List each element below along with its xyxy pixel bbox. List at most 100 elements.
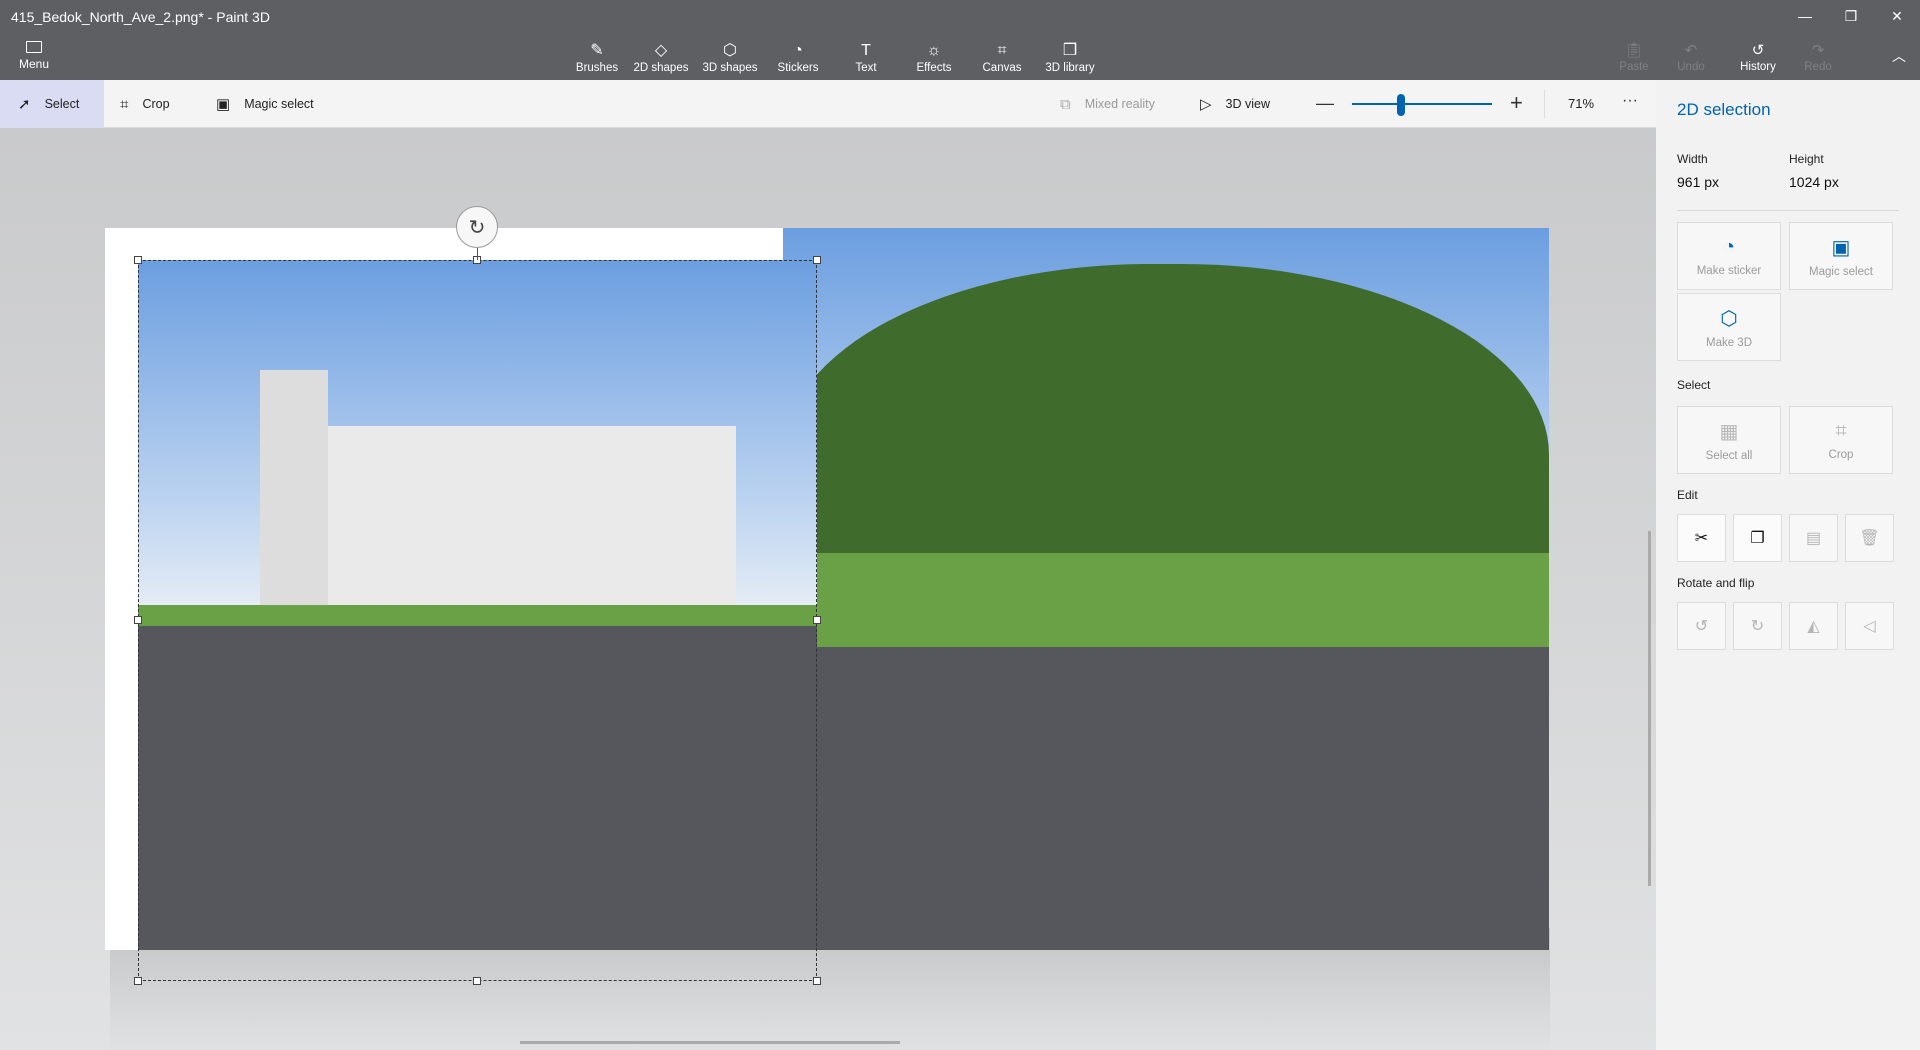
close-button[interactable]: ✕ [1874,0,1920,32]
tool-label: Canvas [982,62,1022,74]
flip-horizontal-icon: ◁ [1863,618,1876,635]
crop-button[interactable]: ⌗ Crop [1789,406,1893,474]
crop-icon: ⌗ [1835,419,1847,442]
height-field[interactable]: 1024 px [1789,174,1839,190]
resize-handle-s[interactable] [473,977,481,985]
crop-tool[interactable]: ⌗ Crop [120,80,170,128]
mixed-reality-icon: ⧉ [1060,95,1071,113]
delete-button[interactable]: 🗑︎ [1845,514,1894,562]
magic-select-label: Magic select [1809,265,1873,278]
tool-label: Text [855,62,877,74]
flip-vertical-button[interactable]: ◭ [1789,602,1838,650]
paste-button[interactable]: ▤ [1789,514,1838,562]
more-options-icon[interactable]: ··· [1622,92,1638,110]
selection-panel: 2D selection Width Height 961 px 1024 px… [1656,80,1920,1050]
panel-title: 2D selection [1677,100,1771,119]
tool-effects[interactable]: ☼ Effects [900,34,968,78]
rotate-right-button[interactable]: ↻ [1733,602,1782,650]
canvas-workspace[interactable]: ↻ [0,128,1656,1050]
resize-handle-nw[interactable] [134,256,142,264]
ribbon-right-tools: 📋︎ Paste ↶ Undo ↺ History ↷ Redo [1609,34,1843,78]
paste-icon: 📋︎ [1624,42,1644,59]
mixed-reality-button[interactable]: ⧉ Mixed reality [1060,80,1155,128]
select-label: Select [44,97,80,111]
tool-label: Effects [916,62,952,74]
rotate-right-icon: ↻ [1750,618,1765,635]
resize-handle-se[interactable] [813,977,821,985]
tool-label: 3D shapes [702,62,758,74]
select-section-label: Select [1677,378,1711,392]
folder-icon [26,41,42,53]
rotate-connector [477,248,478,260]
rotate-handle-icon[interactable]: ↻ [456,206,498,248]
zoom-in-button[interactable]: + [1510,90,1523,116]
paste-icon: ▤ [1805,530,1822,547]
flip-horizontal-button[interactable]: ◁ [1845,602,1894,650]
redo-label: Redo [1804,61,1832,73]
3d-view-label: 3D view [1225,97,1271,111]
brush-icon: ✎ [590,42,604,59]
undo-icon: ↶ [1684,42,1698,59]
3d-view-icon: ▷ [1200,96,1212,113]
paste-button[interactable]: 📋︎ Paste [1609,34,1659,78]
tool-text[interactable]: T Text [832,34,900,78]
zoom-out-button[interactable]: — [1316,93,1334,114]
crop-label: Crop [142,97,170,111]
3d-library-icon: ❒ [1062,42,1078,59]
horizontal-scrollbar[interactable] [520,1041,900,1044]
zoom-percent: 71% [1568,96,1595,111]
sticker-icon: ◔ [793,42,803,59]
make-sticker-label: Make sticker [1696,264,1762,277]
street-photo-right [783,228,1549,950]
vertical-scrollbar[interactable] [1648,531,1651,886]
road [783,646,1549,950]
select-all-icon: ▦ [1719,420,1739,443]
history-icon: ↺ [1751,42,1765,59]
resize-handle-w[interactable] [134,616,142,624]
make-3d-button[interactable]: ⬡ Make 3D [1677,293,1781,361]
copy-icon: ❐ [1750,530,1765,547]
cut-button[interactable]: ✂ [1677,514,1726,562]
redo-button[interactable]: ↷ Redo [1793,34,1843,78]
select-tool[interactable]: ➚ Select [0,80,104,128]
copy-button[interactable]: ❐ [1733,514,1782,562]
selection-box[interactable] [138,260,817,981]
magic-select-button[interactable]: ▣ Magic select [1789,222,1893,290]
select-all-button[interactable]: ▦ Select all [1677,406,1781,474]
tool-3d-shapes[interactable]: ⬡ 3D shapes [696,34,764,78]
rotate-left-button[interactable]: ↺ [1677,602,1726,650]
zoom-slider-thumb[interactable] [1397,94,1405,116]
zoom-slider-track[interactable] [1352,103,1492,105]
history-button[interactable]: ↺ History [1723,34,1793,78]
text-icon: T [861,42,871,59]
minimize-button[interactable]: — [1782,0,1828,32]
tool-3d-library[interactable]: ❒ 3D library [1036,34,1104,78]
undo-button[interactable]: ↶ Undo [1659,34,1723,78]
magic-select-tool[interactable]: ▣ Magic select [216,80,314,128]
tool-brushes[interactable]: ✎ Brushes [568,34,626,78]
width-label: Width [1677,152,1708,166]
mixed-reality-label: Mixed reality [1084,97,1155,111]
make-sticker-button[interactable]: ◔ Make sticker [1677,222,1781,290]
ribbon-tools: ✎ Brushes ◇ 2D shapes ⬡ 3D shapes ◔ Stic… [568,34,1104,78]
cursor-icon: ➚ [18,96,31,113]
flip-vertical-icon: ◭ [1807,618,1820,635]
tool-label: 2D shapes [633,62,689,74]
width-field[interactable]: 961 px [1677,174,1719,190]
paste-label: Paste [1619,61,1649,73]
3d-shapes-icon: ⬡ [723,42,737,59]
magic-select-icon: ▣ [216,96,231,113]
restore-button[interactable]: ❐ [1828,0,1874,32]
3d-view-button[interactable]: ▷ 3D view [1200,80,1270,128]
resize-handle-e[interactable] [813,616,821,624]
window-title: 415_Bedok_North_Ave_2.png* - Paint 3D [11,9,270,25]
tool-canvas[interactable]: ⌗ Canvas [968,34,1036,78]
collapse-ribbon-icon[interactable]: ︿ [1892,46,1906,66]
tool-stickers[interactable]: ◔ Stickers [764,34,832,78]
resize-handle-ne[interactable] [813,256,821,264]
magic-select-icon: ▣ [1831,236,1851,259]
menu-button[interactable]: Menu [0,34,68,78]
trash-icon: 🗑︎ [1859,530,1880,547]
resize-handle-sw[interactable] [134,977,142,985]
tool-2d-shapes[interactable]: ◇ 2D shapes [626,34,696,78]
